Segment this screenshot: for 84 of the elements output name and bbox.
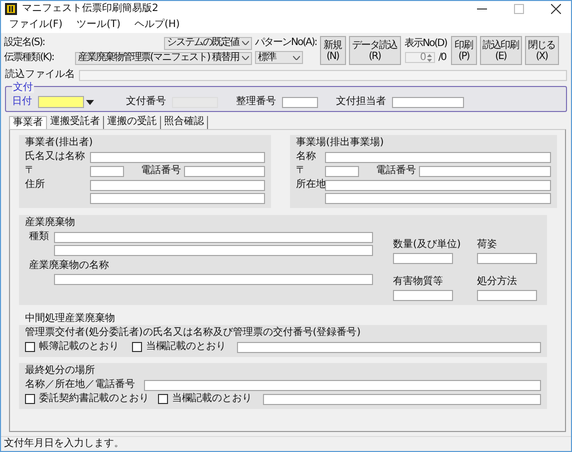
- input-field[interactable]: [54, 232, 373, 242]
- dropdown-arrow-icon[interactable]: [86, 100, 94, 104]
- issue-field-label: 文付番号: [126, 96, 166, 108]
- input-field[interactable]: [325, 152, 551, 162]
- input-field[interactable]: [54, 245, 373, 256]
- toolbar-button[interactable]: 読込印刷(E): [480, 36, 522, 65]
- field-label: 〒: [25, 165, 36, 177]
- display-no-label: 表示No(D): [404, 38, 447, 50]
- field-label: 名称: [296, 151, 317, 163]
- input-field[interactable]: [184, 166, 265, 176]
- pattern-label: パターンNo(A):: [255, 37, 317, 49]
- input-field[interactable]: [419, 166, 551, 176]
- group-title: 事業場(排出事業場): [296, 137, 385, 149]
- setting-dropdown[interactable]: システムの既定値: [164, 36, 252, 50]
- read-file-label: 読込ファイル名: [5, 69, 75, 81]
- field-label: 荷姿: [477, 239, 498, 251]
- menu-item[interactable]: ファイル(F): [9, 19, 63, 31]
- toolbar-button[interactable]: 印刷(P): [450, 36, 477, 65]
- field-label: 〒: [296, 165, 307, 177]
- date-label: 日付: [12, 96, 32, 108]
- chevron-icon: [242, 56, 249, 60]
- input-field[interactable]: [90, 193, 265, 204]
- setting-label: 設定名(S):: [4, 37, 45, 49]
- read-file-field[interactable]: [79, 70, 567, 80]
- slip-type-label: 伝票種類(K):: [4, 52, 54, 64]
- group-title: 事業者(排出者): [25, 137, 94, 149]
- issue-field[interactable]: [392, 96, 464, 108]
- field-label: 電話番号: [141, 165, 181, 177]
- checkbox-label: 委託契約書記載のとおり: [39, 393, 149, 405]
- input-field[interactable]: [237, 342, 541, 352]
- toolbar-button[interactable]: データ読込(R): [348, 36, 401, 65]
- display-total: /0: [438, 52, 446, 64]
- group-title: 産業廃棄物: [25, 217, 76, 229]
- tab[interactable]: 事業者: [9, 116, 47, 129]
- input-field[interactable]: [477, 253, 537, 264]
- checkbox-label: 帳簿記載のとおり: [39, 341, 119, 353]
- input-field[interactable]: [477, 290, 537, 301]
- maximize-icon[interactable]: [514, 4, 524, 14]
- menu-item[interactable]: ヘルプ(H): [134, 19, 180, 31]
- issue-field-label: 文付担当者: [336, 96, 386, 108]
- issue-field[interactable]: [282, 96, 318, 108]
- status-text: 文付年月日を入力します。: [4, 438, 124, 450]
- input-field[interactable]: [325, 193, 551, 204]
- toolbar-button[interactable]: 閉じる(X): [524, 36, 559, 65]
- input-field[interactable]: [393, 290, 453, 301]
- app-icon: [5, 3, 17, 15]
- group-title: 最終処分の場所: [25, 365, 96, 377]
- input-field[interactable]: [144, 380, 541, 390]
- checkbox-label: 当欄記載のとおり: [146, 341, 226, 353]
- issue-group-title: 文付: [12, 83, 34, 93]
- field-label: 氏名又は名称: [25, 151, 86, 163]
- checkbox[interactable]: [158, 394, 168, 404]
- checkbox-label: 当欄記載のとおり: [172, 393, 252, 405]
- slip-type-dropdown[interactable]: 産業廃棄物管理票(マニフェスト) 積替用: [75, 52, 252, 64]
- input-field[interactable]: [263, 394, 541, 404]
- toolbar-button[interactable]: 新規(N): [320, 36, 346, 65]
- close-icon[interactable]: [551, 4, 561, 14]
- input-field[interactable]: [325, 166, 359, 176]
- field-label: 電話番号: [376, 165, 416, 177]
- input-field[interactable]: [90, 166, 124, 176]
- field-label: 産業廃棄物の名称: [29, 260, 110, 272]
- menu-item[interactable]: ツール(T): [76, 19, 120, 31]
- checkbox[interactable]: [132, 342, 142, 352]
- spinner-arrows-icon: [427, 54, 432, 62]
- checkbox[interactable]: [25, 394, 35, 404]
- window-title: マニフェスト伝票印刷簡易版2: [22, 3, 158, 15]
- input-field[interactable]: [393, 253, 453, 264]
- chevron-icon: [242, 41, 249, 45]
- input-field[interactable]: [325, 180, 551, 190]
- chevron-icon: [293, 56, 300, 60]
- field-label: 住所: [25, 179, 46, 191]
- issue-field-label: 整理番号: [236, 96, 276, 108]
- input-field[interactable]: [90, 180, 265, 190]
- input-field[interactable]: [54, 274, 373, 285]
- pattern-dropdown[interactable]: 標準: [255, 51, 303, 64]
- field-label: 名称／所在地／電話番号: [25, 379, 135, 391]
- field-label: 種類: [29, 231, 50, 243]
- description-text: 管理票交付者(処分委託者)の氏名又は名称及び管理票の交付番号(登録番号): [25, 327, 362, 339]
- input-field[interactable]: [90, 152, 265, 162]
- field-label: 有害物質等: [393, 276, 444, 288]
- checkbox[interactable]: [25, 342, 35, 352]
- group-title: 中間処理産業廃棄物: [25, 313, 116, 325]
- date-field[interactable]: [38, 96, 84, 108]
- field-label: 処分方法: [477, 276, 518, 288]
